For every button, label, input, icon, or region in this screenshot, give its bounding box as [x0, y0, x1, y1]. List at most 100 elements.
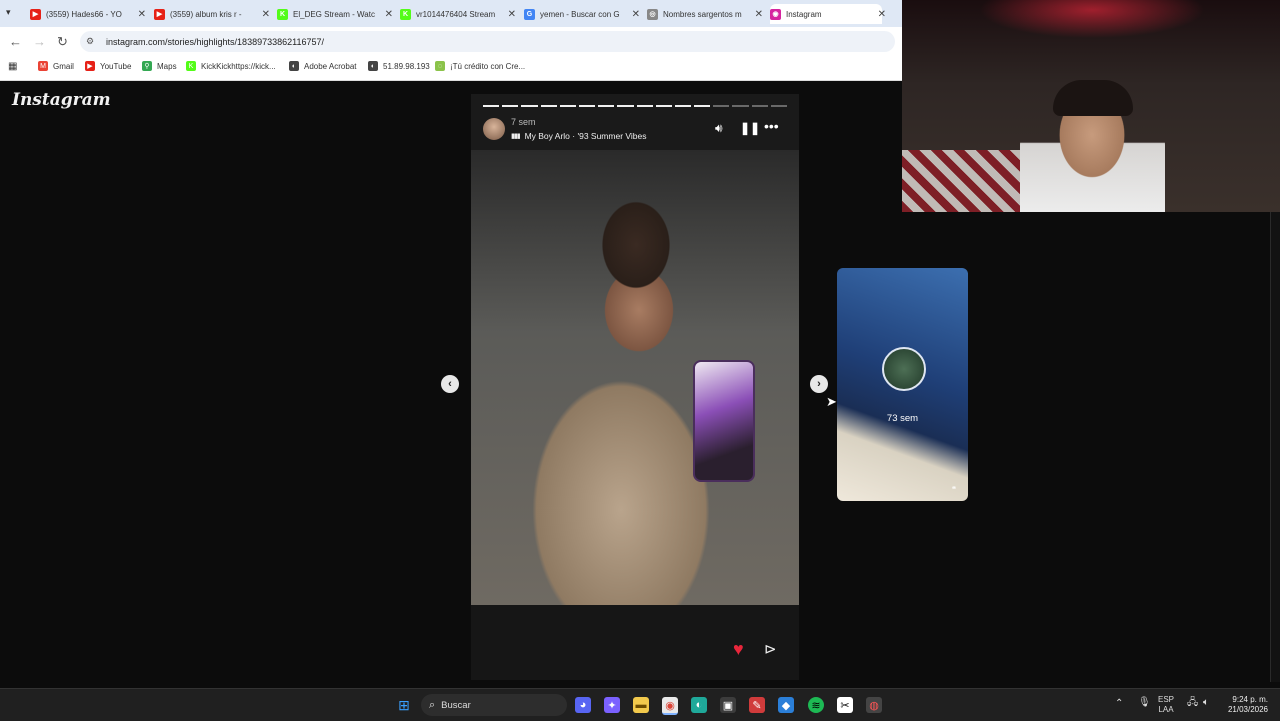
progress-segment — [521, 105, 538, 107]
pause-icon[interactable]: ❚❚ — [740, 121, 760, 135]
clock-date: 21/03/2026 — [1227, 705, 1268, 714]
bookmark-item[interactable]: ▶ YouTube — [85, 61, 131, 71]
progress-segment — [636, 105, 653, 107]
instagram-logo[interactable]: Instagram — [12, 90, 111, 110]
tray-overflow-icon[interactable]: ⌃ — [1115, 699, 1123, 709]
story-music[interactable]: ▮▮▮ My Boy Arlo · '93 Summer Vibes — [511, 131, 647, 141]
next-story-media-icon: ❝ — [951, 485, 956, 494]
app-blue-icon[interactable]: ◆ — [778, 697, 794, 713]
share-send-icon[interactable]: ⊳ — [764, 640, 777, 658]
reload-icon[interactable]: ↻ — [57, 34, 68, 50]
browser-tab[interactable]: ◎ Nombres sargentos m ✕ — [647, 4, 763, 24]
url-input[interactable]: ⚙ instagram.com/stories/highlights/18389… — [80, 31, 895, 52]
tab-title: (3559) Hades66 - YO — [46, 9, 122, 19]
tab-close-icon[interactable]: ✕ — [138, 9, 146, 20]
progress-segment — [483, 105, 500, 107]
browser-tab[interactable]: Gyemen - Buscar con G ✕ — [524, 4, 640, 24]
bookmark-label: Maps — [157, 61, 177, 71]
spotify-icon[interactable]: ≋ — [808, 697, 824, 713]
browser-tab[interactable]: ◉ Instagram ✕ — [770, 4, 886, 24]
like-heart-icon[interactable]: ♥ — [733, 639, 744, 660]
discord-icon[interactable]: ◕ — [575, 697, 591, 713]
obs-icon[interactable]: ◍ — [866, 697, 882, 713]
avatar[interactable] — [483, 118, 505, 140]
language-layout: LAA — [1158, 705, 1174, 714]
progress-segment — [751, 105, 768, 107]
story-viewer[interactable]: 7 sem ▮▮▮ My Boy Arlo · '93 Summer Vibes… — [471, 94, 799, 680]
progress-segment — [713, 105, 730, 107]
browser-tab[interactable]: K El_DEG Stream - Watc ✕ — [277, 4, 393, 24]
start-windows-icon[interactable]: ⊞ — [396, 697, 412, 713]
bookmark-favicon-icon: K — [186, 61, 196, 71]
tab-search-dropdown-icon[interactable]: ▾ — [6, 7, 11, 18]
forward-icon[interactable]: → — [33, 34, 46, 49]
progress-segment — [578, 105, 596, 107]
site-info-icon[interactable]: ⚙ — [86, 36, 98, 48]
chrome-icon[interactable]: ◉ — [662, 697, 678, 715]
bookmark-item[interactable]: ◐ Adobe Acrobat — [289, 61, 356, 71]
browser-tab[interactable]: ▶ (3559) album kris r - ✕ — [154, 4, 270, 24]
microphone-icon[interactable]: 🎙︎ — [1138, 698, 1151, 708]
bookmark-item[interactable]: M Gmail — [38, 61, 74, 71]
bookmarks-bar: ▦ M Gmail ▶ YouTube ⚲ Maps K KickKickhttps://ki… — [0, 56, 902, 81]
bookmark-item[interactable]: K KickKickhttps://kick... — [186, 61, 276, 71]
bookmark-favicon-icon: M — [38, 61, 48, 71]
story-age: 7 sem — [511, 117, 536, 127]
tab-title: (3559) album kris r - — [170, 9, 242, 19]
speaker-icon[interactable]: 🔈︎ — [1203, 698, 1209, 708]
back-icon[interactable]: ← — [9, 34, 22, 49]
progress-segment — [598, 105, 615, 107]
tab-favicon-icon: ◎ — [647, 8, 658, 20]
next-story-preview[interactable]: 73 sem ❝ — [837, 268, 968, 501]
led-light — [902, 0, 1280, 45]
progress-segment — [540, 105, 557, 107]
next-story-button[interactable]: › — [810, 375, 828, 393]
progress-segment — [559, 105, 576, 107]
language-indicator[interactable]: ESP LAA — [1158, 695, 1174, 715]
taskbar-search-label: Buscar — [441, 699, 471, 711]
store-icon[interactable]: ▣ — [720, 697, 736, 713]
more-options-icon[interactable]: ••• — [764, 118, 779, 134]
tab-close-icon[interactable]: ✕ — [755, 9, 763, 20]
progress-segment — [655, 105, 672, 107]
browser-tab[interactable]: Kvr1014476404 Stream ✕ — [400, 4, 516, 24]
browser-tab[interactable]: ▶ (3559) Hades66 - YO ✕ — [30, 4, 146, 24]
edge-icon[interactable]: ◐ — [691, 697, 707, 713]
language-code: ESP — [1158, 695, 1175, 704]
story-actions: ♥ ⊳ — [471, 605, 799, 680]
bookmark-item[interactable]: ◌ ¡Tú crédito con Cre... — [435, 61, 525, 71]
address-bar-area: ← → ↻ ⚙ instagram.com/stories/highlights… — [0, 27, 902, 56]
tab-favicon-icon: K — [400, 8, 411, 20]
tab-favicon-icon: ▶ — [154, 8, 165, 20]
app-red-icon[interactable]: ✎ — [749, 697, 765, 713]
tab-close-icon[interactable]: ✕ — [632, 9, 640, 20]
capcut-icon[interactable]: ✂ — [837, 697, 853, 713]
file-explorer-icon[interactable]: ▬ — [633, 697, 649, 713]
bookmark-item[interactable]: ⚲ Maps — [142, 61, 177, 71]
tab-favicon-icon: ▶ — [30, 8, 41, 20]
streamer-hair — [1053, 80, 1133, 116]
tab-close-icon[interactable]: ✕ — [878, 9, 886, 20]
scrollbar[interactable] — [1270, 212, 1280, 682]
bookmark-item[interactable]: ◐ 51.89.98.193 — [368, 61, 430, 71]
tab-close-icon[interactable]: ✕ — [385, 9, 393, 20]
volume-icon[interactable]: 🔊︎ — [715, 121, 723, 136]
tab-close-icon[interactable]: ✕ — [508, 9, 516, 20]
bookmark-favicon-icon: ▶ — [85, 61, 95, 71]
taskbar-search[interactable]: ⌕ Buscar — [421, 694, 567, 716]
mouse-cursor-icon: ➤ — [826, 394, 837, 409]
progress-segment — [502, 105, 519, 107]
bookmark-favicon-icon: ◌ — [435, 61, 445, 71]
apps-grid-icon[interactable]: ▦ — [8, 61, 17, 72]
system-clock[interactable]: 9:24 p. m. 21/03/2026 — [1228, 695, 1268, 715]
search-icon: ⌕ — [429, 698, 436, 711]
progress-segment — [694, 105, 711, 107]
previous-story-button[interactable]: ‹ — [441, 375, 459, 393]
next-story-age: 73 sem — [886, 413, 919, 424]
tab-title: Instagram — [786, 9, 822, 19]
tab-close-icon[interactable]: ✕ — [262, 9, 270, 20]
windows-taskbar: ⊞ ⌕ Buscar ◕ ✦ ▬ ◉ ◐ ▣ ✎ ◆ ≋ ✂ ◍ ⌃ 🎙︎ ES… — [0, 688, 1280, 721]
bookmark-favicon-icon: ◐ — [289, 61, 299, 71]
copilot-icon[interactable]: ✦ — [604, 697, 620, 713]
network-icon[interactable]: 🖧︎ — [1187, 698, 1198, 708]
